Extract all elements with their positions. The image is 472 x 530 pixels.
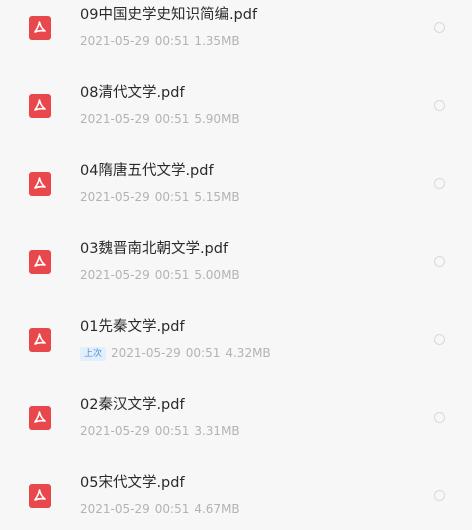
pdf-file-icon xyxy=(29,406,51,430)
select-radio-icon[interactable] xyxy=(434,22,445,33)
file-size: 1.35MB xyxy=(194,34,240,48)
select-radio-icon[interactable] xyxy=(434,490,445,501)
file-date: 2021-05-29 xyxy=(111,346,181,360)
file-row[interactable]: 02秦汉文学.pdf 2021-05-29 00:51 3.31MB xyxy=(0,396,472,474)
select-radio-icon[interactable] xyxy=(434,334,445,345)
file-name: 02秦汉文学.pdf xyxy=(80,397,185,413)
file-date: 2021-05-29 xyxy=(80,424,150,438)
file-time: 00:51 xyxy=(154,424,190,438)
file-size: 4.32MB xyxy=(225,346,271,360)
file-meta: 2021-05-29 00:51 5.90MB xyxy=(80,112,245,126)
file-meta: 上次 2021-05-29 00:51 4.32MB xyxy=(80,346,276,361)
file-meta: 2021-05-29 00:51 5.00MB xyxy=(80,268,245,282)
select-radio-icon[interactable] xyxy=(434,100,445,111)
file-name: 03魏晋南北朝文学.pdf xyxy=(80,241,229,257)
file-row[interactable]: 08清代文学.pdf 2021-05-29 00:51 5.90MB xyxy=(0,84,472,162)
file-name: 01先秦文学.pdf xyxy=(80,319,185,335)
file-meta: 2021-05-29 00:51 4.67MB xyxy=(80,502,245,516)
file-meta: 2021-05-29 00:51 3.31MB xyxy=(80,424,245,438)
pdf-file-icon xyxy=(29,484,51,508)
file-date: 2021-05-29 xyxy=(80,268,150,282)
file-name: 04隋唐五代文学.pdf xyxy=(80,163,214,179)
file-size: 5.00MB xyxy=(194,268,240,282)
file-row[interactable]: 01先秦文学.pdf 上次 2021-05-29 00:51 4.32MB xyxy=(0,318,472,396)
file-name: 08清代文学.pdf xyxy=(80,85,185,101)
file-size: 5.90MB xyxy=(194,112,240,126)
pdf-file-icon xyxy=(29,328,51,352)
file-time: 00:51 xyxy=(185,346,221,360)
file-size: 4.67MB xyxy=(194,502,240,516)
file-date: 2021-05-29 xyxy=(80,112,150,126)
file-time: 00:51 xyxy=(154,34,190,48)
file-time: 00:51 xyxy=(154,190,190,204)
file-list: 09中国史学史知识简编.pdf 2021-05-29 00:51 1.35MB 08… xyxy=(0,0,472,530)
file-name: 09中国史学史知识简编.pdf xyxy=(80,7,258,23)
pdf-file-icon xyxy=(29,16,51,40)
select-radio-icon[interactable] xyxy=(434,256,445,267)
file-row[interactable]: 09中国史学史知识简编.pdf 2021-05-29 00:51 1.35MB xyxy=(0,6,472,84)
file-date: 2021-05-29 xyxy=(80,34,150,48)
file-size: 3.31MB xyxy=(194,424,240,438)
pdf-file-icon xyxy=(29,172,51,196)
file-date: 2021-05-29 xyxy=(80,502,150,516)
file-row[interactable]: 05宋代文学.pdf 2021-05-29 00:51 4.67MB xyxy=(0,474,472,530)
file-time: 00:51 xyxy=(154,112,190,126)
file-time: 00:51 xyxy=(154,502,190,516)
last-opened-badge: 上次 xyxy=(80,347,107,361)
select-radio-icon[interactable] xyxy=(434,412,445,423)
pdf-file-icon xyxy=(29,250,51,274)
file-row[interactable]: 03魏晋南北朝文学.pdf 2021-05-29 00:51 5.00MB xyxy=(0,240,472,318)
file-meta: 2021-05-29 00:51 5.15MB xyxy=(80,190,245,204)
select-radio-icon[interactable] xyxy=(434,178,445,189)
pdf-file-icon xyxy=(29,94,51,118)
file-meta: 2021-05-29 00:51 1.35MB xyxy=(80,34,245,48)
file-time: 00:51 xyxy=(154,268,190,282)
file-size: 5.15MB xyxy=(194,190,240,204)
file-row[interactable]: 04隋唐五代文学.pdf 2021-05-29 00:51 5.15MB xyxy=(0,162,472,240)
file-date: 2021-05-29 xyxy=(80,190,150,204)
file-name: 05宋代文学.pdf xyxy=(80,475,185,491)
